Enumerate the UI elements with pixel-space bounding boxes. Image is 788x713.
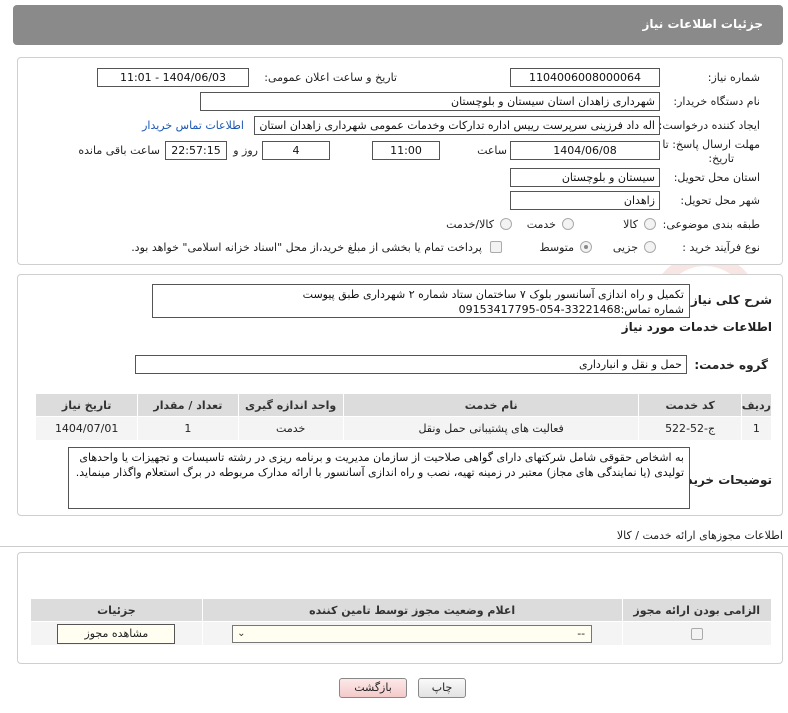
permits-title: اطلاعات مجوزهای ارائه خدمت / کالا bbox=[616, 529, 783, 542]
permit-status-selected: -- bbox=[577, 626, 586, 640]
col-permit-status: اعلام وضعیت مجوز توسط تامین کننده bbox=[201, 598, 623, 622]
col-unit: واحد اندازه گیری bbox=[237, 393, 344, 417]
col-row: ردیف bbox=[740, 393, 773, 417]
announce-field: 1404/06/03 - 11:01 bbox=[97, 68, 249, 87]
permits-table: الزامی بودن ارائه مجوز اعلام وضعیت مجوز … bbox=[30, 598, 773, 646]
cell-permit-status: -- ⌄ bbox=[201, 621, 623, 646]
province-label: استان محل تحویل: bbox=[673, 171, 760, 184]
cell-unit: خدمت bbox=[237, 416, 344, 441]
process-label: نوع فرآیند خرید : bbox=[682, 241, 760, 254]
table-row: 1 ج-52-522 فعالیت های پشتیبانی حمل ونقل … bbox=[34, 416, 773, 441]
summary-line-2: شماره تماس:33221468-054-09153417795 bbox=[458, 303, 684, 316]
buyer-label: نام دستگاه خریدار: bbox=[673, 95, 760, 108]
page-title: جزئیات اطلاعات نیاز bbox=[642, 17, 763, 31]
process-option-minor: جزیی bbox=[612, 241, 638, 254]
treasury-checkbox[interactable] bbox=[490, 241, 502, 253]
category-option-service: خدمت bbox=[526, 218, 556, 231]
cell-permit-details: مشاهده مجوز bbox=[30, 621, 203, 646]
remaining-days-field: 4 bbox=[262, 141, 330, 160]
view-permit-button[interactable]: مشاهده مجوز bbox=[57, 623, 176, 644]
deadline-time-field: 11:00 bbox=[372, 141, 440, 160]
creator-field: اله داد فرزینی سرپرست رییس اداره تدارکات… bbox=[254, 116, 660, 135]
days-label: روز و bbox=[233, 144, 258, 157]
permit-required-checkbox bbox=[690, 628, 703, 640]
services-panel: شرح کلی نیاز: تکمیل و راه اندازی آسانسور… bbox=[17, 274, 783, 516]
col-service-name: نام خدمت bbox=[342, 393, 640, 417]
category-label: طبقه بندی موضوعی: bbox=[662, 218, 760, 231]
summary-line-1: تکمیل و راه اندازی آسانسور بلوک ۷ ساختما… bbox=[302, 288, 684, 301]
remaining-label: ساعت باقی مانده bbox=[78, 144, 160, 157]
chevron-down-icon: ⌄ bbox=[237, 627, 246, 639]
services-title: اطلاعات خدمات مورد نیاز bbox=[621, 320, 772, 334]
payment-note: پرداخت تمام یا بخشی از مبلغ خرید،از محل … bbox=[131, 241, 482, 254]
permits-table-header: الزامی بودن ارائه مجوز اعلام وضعیت مجوز … bbox=[30, 598, 773, 622]
page-header: جزئیات اطلاعات نیاز bbox=[13, 5, 783, 45]
city-label: شهر محل تحویل: bbox=[680, 194, 760, 207]
buyer-notes-textarea: به اشخاص حقوقی شامل شرکتهای دارای گواهی … bbox=[68, 447, 690, 509]
remaining-time-field: 22:57:15 bbox=[165, 141, 227, 160]
deadline-label: مهلت ارسال پاسخ: تا bbox=[662, 138, 760, 151]
cell-permit-required bbox=[621, 621, 773, 646]
col-permit-details: جزئیات bbox=[30, 598, 203, 622]
cell-quantity: 1 bbox=[137, 416, 239, 441]
table-row: -- ⌄ مشاهده مجوز bbox=[30, 621, 773, 646]
deadline-date-label: تاریخ: bbox=[708, 152, 734, 165]
process-option-medium: متوسط bbox=[539, 241, 574, 254]
cell-row: 1 bbox=[740, 416, 773, 441]
col-permit-required: الزامی بودن ارائه مجوز bbox=[621, 598, 773, 622]
category-option-goods: کالا bbox=[623, 218, 638, 231]
deadline-time-label: ساعت bbox=[477, 144, 507, 157]
summary-textarea: تکمیل و راه اندازی آسانسور بلوک ۷ ساختما… bbox=[152, 284, 690, 318]
deadline-date-field: 1404/06/08 bbox=[510, 141, 660, 160]
summary-label: شرح کلی نیاز: bbox=[686, 293, 772, 307]
cell-need-date: 1404/07/01 bbox=[34, 416, 139, 441]
col-quantity: تعداد / مقدار bbox=[137, 393, 239, 417]
cell-service-code: ج-52-522 bbox=[638, 416, 742, 441]
buyer-contact-link[interactable]: اطلاعات تماس خریدار bbox=[142, 119, 244, 132]
col-need-date: تاریخ نیاز bbox=[34, 393, 139, 417]
category-radio-goods[interactable] bbox=[644, 218, 656, 230]
services-table: ردیف کد خدمت نام خدمت واحد اندازه گیری ت… bbox=[34, 393, 773, 441]
need-number-field: 1104006008000064 bbox=[510, 68, 660, 87]
category-option-goods-service: کالا/خدمت bbox=[446, 218, 494, 231]
print-button[interactable]: چاپ bbox=[418, 678, 466, 698]
creator-label: ایجاد کننده درخواست: bbox=[658, 119, 760, 132]
buyer-field: شهرداری زاهدان استان سیستان و بلوچستان bbox=[200, 92, 660, 111]
city-field: زاهدان bbox=[510, 191, 660, 210]
process-radio-minor[interactable] bbox=[644, 241, 656, 253]
permits-panel: الزامی بودن ارائه مجوز اعلام وضعیت مجوز … bbox=[17, 552, 783, 664]
back-button[interactable]: بازگشت bbox=[339, 678, 407, 698]
province-field: سیستان و بلوچستان bbox=[510, 168, 660, 187]
service-group-field: حمل و نقل و انبارداری bbox=[135, 355, 687, 374]
cell-service-name: فعالیت های پشتیبانی حمل ونقل bbox=[342, 416, 640, 441]
permit-status-select[interactable]: -- ⌄ bbox=[232, 624, 593, 643]
service-group-label: گروه خدمت: bbox=[694, 358, 768, 372]
category-radio-service[interactable] bbox=[562, 218, 574, 230]
need-number-label: شماره نیاز: bbox=[707, 71, 760, 84]
permits-divider bbox=[0, 546, 788, 547]
col-service-code: کد خدمت bbox=[638, 393, 742, 417]
process-radio-medium[interactable] bbox=[580, 241, 592, 253]
services-table-header: ردیف کد خدمت نام خدمت واحد اندازه گیری ت… bbox=[34, 393, 773, 417]
need-info-panel: شماره نیاز: 1104006008000064 تاریخ و ساع… bbox=[17, 57, 783, 265]
announce-label: تاریخ و ساعت اعلان عمومی: bbox=[264, 71, 397, 84]
category-radio-goods-service[interactable] bbox=[500, 218, 512, 230]
